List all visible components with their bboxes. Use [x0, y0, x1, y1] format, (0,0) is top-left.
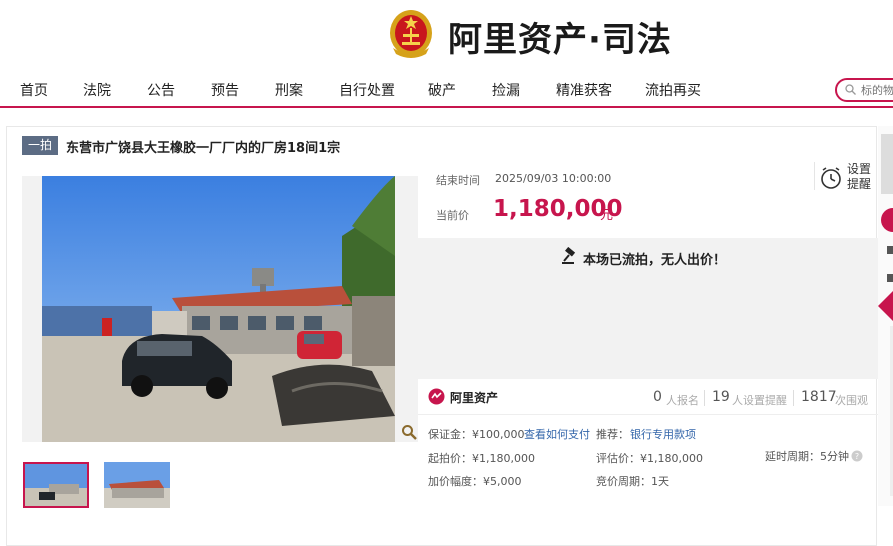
nav-item-preview[interactable]: 预告	[211, 80, 239, 100]
thumbnail-2-image	[104, 462, 170, 508]
end-time-label: 结束时间	[436, 174, 480, 187]
nav-item-bankruptcy[interactable]: 破产	[428, 80, 456, 100]
delay-period-value: 延时周期：5分钟	[765, 450, 849, 463]
recommend-label: 推荐：	[596, 428, 629, 441]
set-reminder-button[interactable]: 设置提醒	[847, 162, 877, 192]
platform-name[interactable]: 阿里资产	[450, 389, 498, 406]
eval-price-value: 评估价：¥1,180,000	[596, 452, 703, 465]
remind-divider	[814, 162, 815, 190]
thumbnail-1[interactable]	[23, 462, 89, 508]
main-nav: 首页 法院 公告 预告 刑案 自行处置 破产 捡漏 精准获客 流拍再买	[0, 70, 893, 108]
reminder-label: 人设置提醒	[732, 394, 787, 407]
deposit-value: 保证金：¥100,000	[428, 428, 525, 441]
search-input[interactable]	[861, 82, 893, 98]
price-unit: 元	[600, 208, 614, 223]
end-time-value: 2025/09/03 10:00:00	[495, 172, 612, 185]
nav-item-criminal[interactable]: 刑案	[275, 80, 303, 100]
search-icon	[845, 84, 856, 95]
nav-item-notice[interactable]: 公告	[147, 80, 175, 100]
signup-count: 0	[653, 389, 662, 405]
help-icon[interactable]: ?	[851, 450, 863, 462]
nav-item-home[interactable]: 首页	[20, 80, 48, 100]
svg-text:?: ?	[855, 452, 859, 461]
nav-item-court[interactable]: 法院	[83, 80, 111, 100]
stat-divider	[793, 390, 794, 406]
main-photo[interactable]	[42, 176, 395, 442]
zoom-icon[interactable]	[401, 424, 417, 440]
nav-item-self-disposal[interactable]: 自行处置	[339, 80, 395, 100]
gavel-icon	[562, 247, 576, 264]
ali-asset-logo-icon	[428, 388, 445, 405]
bank-payment-link[interactable]: 银行专用款项	[630, 426, 696, 442]
reminder-count: 19	[712, 389, 730, 405]
current-price-label: 当前价	[436, 209, 469, 222]
how-to-pay-link[interactable]: 查看如何支付	[524, 426, 590, 442]
thumbnail-2[interactable]	[104, 462, 170, 508]
view-label: 次围观	[835, 394, 868, 407]
round-badge: 一拍	[22, 136, 58, 155]
site-header: 阿里资产·司法	[0, 0, 893, 68]
nav-item-leads[interactable]: 精准获客	[556, 80, 612, 100]
search-box[interactable]	[835, 78, 893, 102]
auction-title: 东营市广饶县大王橡胶一厂厂内的厂房18间1宗	[66, 141, 341, 156]
signup-label: 人报名	[666, 394, 699, 407]
thumbnail-1-image	[25, 464, 87, 506]
alarm-clock-icon[interactable]	[820, 166, 842, 190]
increment-value: 加价幅度：¥5,000	[428, 475, 522, 488]
nav-item-rebuy[interactable]: 流拍再买	[645, 80, 701, 100]
side-toolbar[interactable]	[878, 126, 893, 506]
court-emblem-icon	[390, 10, 432, 58]
view-count: 1817	[801, 389, 837, 405]
brand-title[interactable]: 阿里资产·司法	[448, 12, 672, 61]
stat-divider	[704, 390, 705, 406]
start-price-value: 起拍价：¥1,180,000	[428, 452, 535, 465]
nav-item-bargain[interactable]: 捡漏	[492, 80, 520, 100]
details-divider	[418, 414, 878, 415]
auction-status-message: 本场已流拍，无人出价！	[583, 253, 727, 268]
bid-cycle-value: 竞价周期：1天	[596, 475, 669, 488]
